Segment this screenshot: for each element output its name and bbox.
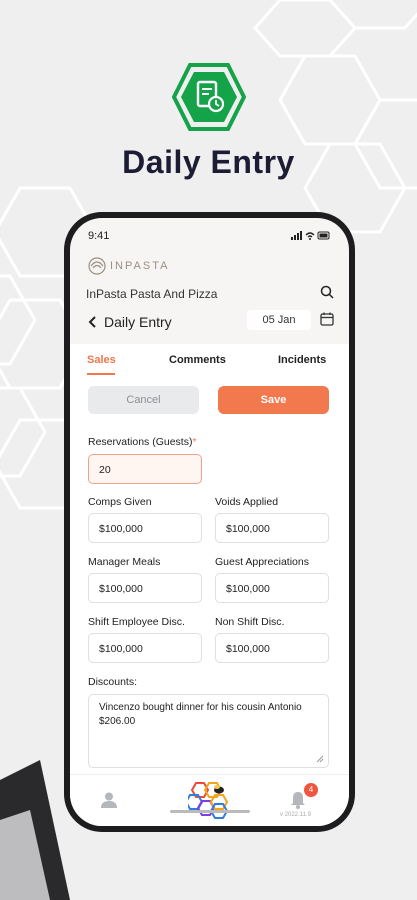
discounts-text: Vincenzo bought dinner for his cousin An… xyxy=(99,702,302,727)
voids-label: Voids Applied xyxy=(215,496,279,508)
chevron-left-icon[interactable] xyxy=(87,314,97,330)
entry-form-card: Sales Comments Incidents Cancel Save Res… xyxy=(70,344,349,774)
page-header: Daily Entry 05 Jan xyxy=(70,310,349,336)
version-label: v 2022.11.9 xyxy=(280,812,311,818)
date-selector[interactable]: 05 Jan xyxy=(247,310,311,330)
status-icons xyxy=(291,231,330,240)
guest-appreciations-input[interactable]: $100,000 xyxy=(215,573,329,603)
bottom-navigation: 4 xyxy=(70,774,349,826)
tab-sales[interactable]: Sales xyxy=(87,354,116,366)
save-button[interactable]: Save xyxy=(218,386,329,414)
guest-appreciations-label: Guest Appreciations xyxy=(215,556,309,568)
search-icon[interactable] xyxy=(320,285,334,299)
restaurant-name: InPasta Pasta And Pizza xyxy=(86,287,218,301)
shift-employee-input[interactable]: $100,000 xyxy=(88,633,202,663)
hexagon-cluster-logo[interactable] xyxy=(188,781,230,819)
cancel-button[interactable]: Cancel xyxy=(88,386,199,414)
status-bar: 9:41 xyxy=(70,218,349,242)
page-title: Daily Entry xyxy=(104,314,172,330)
tab-bar: Sales Comments Incidents xyxy=(70,354,349,376)
shift-employee-label: Shift Employee Disc. xyxy=(88,616,185,628)
calendar-icon[interactable] xyxy=(320,312,334,326)
phone-frame: 9:41 INPASTA InPasta Pasta And Pizza Dai… xyxy=(64,212,355,832)
document-clock-icon xyxy=(172,63,246,131)
comps-label: Comps Given xyxy=(88,496,152,508)
manager-meals-input[interactable]: $100,000 xyxy=(88,573,202,603)
comps-input[interactable]: $100,000 xyxy=(88,513,202,543)
user-icon[interactable] xyxy=(100,791,118,809)
active-tab-indicator xyxy=(87,373,115,375)
reservations-label: Reservations (Guests)* xyxy=(88,436,197,448)
reservations-input[interactable]: 20 xyxy=(88,454,202,484)
tab-comments[interactable]: Comments xyxy=(169,354,226,366)
discounts-textarea[interactable]: Vincenzo bought dinner for his cousin An… xyxy=(88,694,329,768)
hero-title: Daily Entry xyxy=(122,144,295,180)
tab-incidents[interactable]: Incidents xyxy=(278,354,326,366)
reservations-label-text: Reservations (Guests) xyxy=(88,436,193,448)
resize-handle-icon[interactable] xyxy=(316,755,324,763)
discounts-label: Discounts: xyxy=(88,676,138,688)
phone-screen: 9:41 INPASTA InPasta Pasta And Pizza Dai… xyxy=(70,218,349,826)
inpasta-logo xyxy=(88,257,106,275)
brand-name: INPASTA xyxy=(110,260,170,272)
voids-input[interactable]: $100,000 xyxy=(215,513,329,543)
non-shift-input[interactable]: $100,000 xyxy=(215,633,329,663)
status-time: 9:41 xyxy=(88,230,110,242)
bell-icon[interactable] xyxy=(290,791,306,809)
required-marker: * xyxy=(192,436,197,448)
manager-meals-label: Manager Meals xyxy=(88,556,161,568)
notification-badge: 4 xyxy=(304,783,318,797)
home-indicator xyxy=(170,810,250,813)
non-shift-label: Non Shift Disc. xyxy=(215,616,285,628)
